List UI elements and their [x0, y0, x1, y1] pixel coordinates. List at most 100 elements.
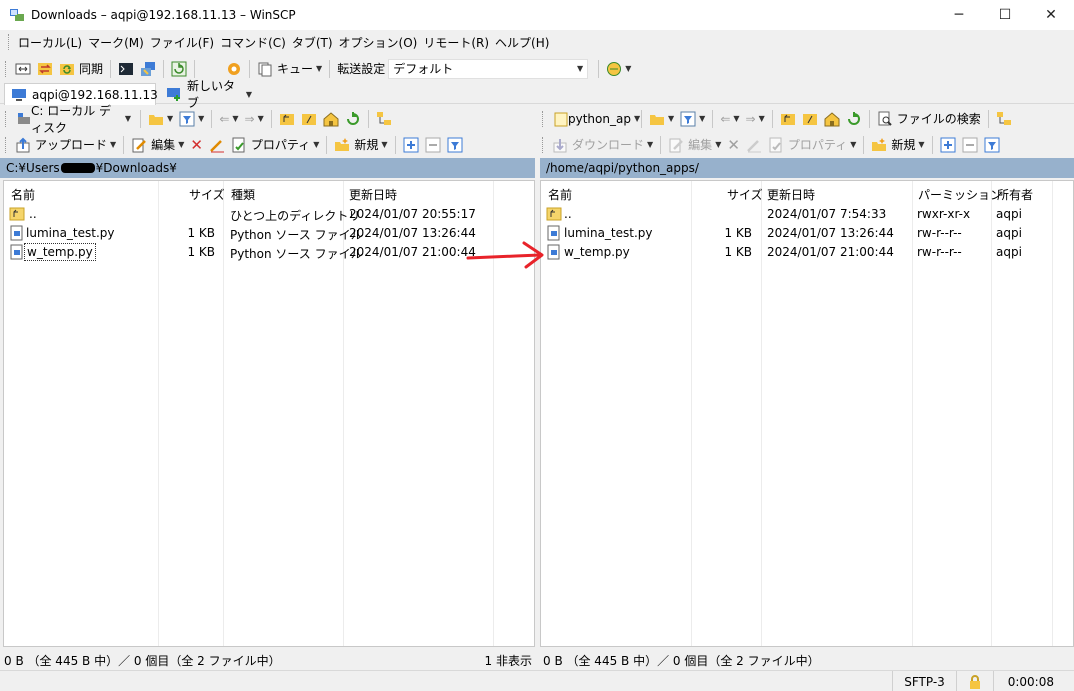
left-refresh-button[interactable] — [342, 108, 364, 130]
file-permissions: rwxr-xr-x — [917, 207, 971, 221]
table-row[interactable]: lumina_test.py 1 KB Python ソース ファイル 2024… — [4, 224, 534, 243]
right-edit-label: 編集 — [688, 138, 713, 152]
left-col-modified[interactable]: 更新日時 — [349, 186, 397, 203]
file-modified: 2024/01/07 13:26:44 — [349, 226, 476, 240]
file-modified: 2024/01/07 7:54:33 — [767, 207, 887, 221]
right-properties-button[interactable]: プロパティ ▼ — [765, 134, 859, 156]
right-parent-dir-button[interactable] — [777, 108, 799, 130]
left-select-all-button[interactable] — [400, 134, 422, 156]
table-row[interactable]: w_temp.py 1 KB Python ソース ファイル 2024/01/0… — [4, 243, 534, 262]
find-files-button[interactable]: ファイルの検索 — [874, 108, 984, 130]
menu-options[interactable]: オプション(O) — [336, 34, 421, 51]
queue-button[interactable]: キュー ▼ — [254, 58, 325, 80]
properties-icon — [768, 137, 784, 153]
left-back-button[interactable]: ⇐ ▼ — [216, 108, 241, 130]
menu-remote[interactable]: リモート(R) — [420, 34, 492, 51]
new-tab-icon — [166, 86, 182, 102]
session-sync-button[interactable]: ▼ — [603, 58, 634, 80]
left-col-type[interactable]: 種類 — [231, 186, 255, 203]
right-folder-select[interactable]: python_ap ▼ — [549, 108, 640, 129]
right-back-button[interactable]: ⇐ ▼ — [717, 108, 742, 130]
right-unselect-button[interactable] — [959, 134, 981, 156]
menu-command[interactable]: コマンド(C) — [217, 34, 289, 51]
left-tree-button[interactable] — [373, 108, 395, 130]
minimize-button[interactable]: ─ — [936, 0, 982, 30]
hidden-count[interactable]: 1 非表示 — [485, 652, 532, 669]
putty-icon — [140, 61, 156, 77]
left-unselect-button[interactable] — [422, 134, 444, 156]
file-size: 1 KB — [187, 245, 215, 259]
right-edit-button[interactable]: 編集 ▼ — [665, 134, 724, 156]
left-path-bar[interactable]: C:¥Users ¥Downloads¥ — [0, 158, 535, 178]
right-filter-mark-button[interactable] — [981, 134, 1003, 156]
forward-arrow-icon: ⇒ — [244, 111, 255, 126]
right-tree-button[interactable] — [993, 108, 1015, 130]
left-forward-button[interactable]: ⇒ ▼ — [242, 108, 267, 130]
menu-mark[interactable]: マーク(M) — [85, 34, 147, 51]
putty-button[interactable] — [137, 58, 159, 80]
right-col-size[interactable]: サイズ — [727, 186, 763, 203]
left-col-size[interactable]: サイズ — [189, 186, 225, 203]
right-path-bar[interactable]: /home/aqpi/python_apps/ — [540, 158, 1074, 178]
right-new-button[interactable]: 新規 ▼ — [868, 134, 927, 156]
transfer-settings-select[interactable]: デフォルト ▼ — [388, 58, 589, 79]
left-col-name[interactable]: 名前 — [11, 186, 35, 203]
left-home-dir-button[interactable] — [320, 108, 342, 130]
menu-tab[interactable]: タブ(T) — [289, 34, 336, 51]
right-filter-button[interactable]: ▼ — [677, 108, 708, 130]
chevron-down-icon: ▼ — [647, 140, 654, 149]
left-open-dir-button[interactable]: ▼ — [145, 108, 176, 130]
right-col-modified[interactable]: 更新日時 — [767, 186, 815, 203]
left-filter-mark-button[interactable] — [444, 134, 466, 156]
terminal-button[interactable] — [115, 58, 137, 80]
download-button[interactable]: ダウンロード ▼ — [549, 134, 656, 156]
left-drive-select[interactable]: C: ローカル ディスク ▼ — [12, 104, 136, 135]
right-delete-button[interactable]: ✕ — [724, 134, 743, 156]
right-forward-button[interactable]: ⇒ ▼ — [743, 108, 768, 130]
compare-dirs-button[interactable] — [12, 58, 34, 80]
right-folder-label: python_ap — [568, 111, 631, 126]
right-col-permissions[interactable]: パーミッション — [918, 186, 1002, 203]
menu-help[interactable]: ヘルプ(H) — [492, 34, 552, 51]
find-files-label: ファイルの検索 — [896, 112, 981, 126]
table-row[interactable]: .. ひとつ上のディレクトリ 2024/01/07 20:55:17 — [4, 205, 534, 224]
left-new-button[interactable]: 新規 ▼ — [331, 134, 390, 156]
encryption-cell[interactable] — [956, 671, 993, 691]
chevron-down-icon: ▼ — [232, 114, 239, 123]
left-filter-button[interactable]: ▼ — [176, 108, 207, 130]
protocol-cell: SFTP-3 — [892, 671, 956, 691]
right-home-dir-button[interactable] — [821, 108, 843, 130]
right-select-all-button[interactable] — [937, 134, 959, 156]
left-edit-button[interactable]: 編集 ▼ — [128, 134, 187, 156]
synchronize-button[interactable]: 同期 — [56, 58, 106, 80]
menu-local[interactable]: ローカル(L) — [15, 34, 85, 51]
table-row[interactable]: w_temp.py 1 KB 2024/01/07 21:00:44 rw-r-… — [541, 243, 1073, 262]
right-col-name[interactable]: 名前 — [548, 186, 572, 203]
tree-icon — [996, 111, 1012, 127]
toolbar-separator — [140, 109, 141, 128]
right-file-list[interactable]: 名前 ^ サイズ 更新日時 パーミッション 所有者 .. 2024/01/07 … — [540, 180, 1074, 647]
chevron-down-icon: ▼ — [124, 114, 131, 123]
table-row[interactable]: lumina_test.py 1 KB 2024/01/07 13:26:44 … — [541, 224, 1073, 243]
compare-icon — [15, 61, 31, 77]
right-root-dir-button[interactable] — [799, 108, 821, 130]
search-icon — [877, 111, 893, 127]
right-open-dir-button[interactable]: ▼ — [646, 108, 677, 130]
left-rename-button[interactable] — [206, 134, 228, 156]
left-file-list[interactable]: 名前 ^ サイズ 種類 更新日時 .. ひとつ上のディレクトリ 2024/01/… — [3, 180, 535, 647]
tab-new[interactable]: 新しいタブ ▼ — [160, 79, 258, 110]
table-row[interactable]: .. 2024/01/07 7:54:33 rwxr-xr-x aqpi — [541, 205, 1073, 224]
left-parent-dir-button[interactable] — [276, 108, 298, 130]
left-properties-button[interactable]: プロパティ ▼ — [228, 134, 322, 156]
toolbar-separator — [712, 109, 714, 128]
left-delete-button[interactable]: ✕ — [187, 134, 206, 156]
right-rename-button[interactable] — [743, 134, 765, 156]
sync-dirs-button[interactable] — [34, 58, 56, 80]
right-col-owner[interactable]: 所有者 — [997, 186, 1033, 203]
menu-file[interactable]: ファイル(F) — [147, 34, 217, 51]
close-window-button[interactable]: ✕ — [1028, 0, 1074, 30]
left-root-dir-button[interactable] — [298, 108, 320, 130]
upload-button[interactable]: アップロード ▼ — [12, 134, 119, 156]
maximize-button[interactable]: ☐ — [982, 0, 1028, 30]
right-refresh-button[interactable] — [843, 108, 865, 130]
